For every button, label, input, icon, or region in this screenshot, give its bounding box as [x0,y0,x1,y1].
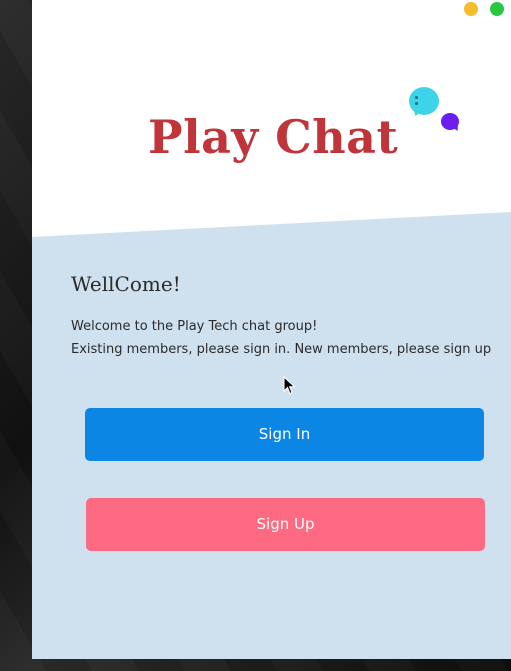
sign-in-instructions: Existing members, please sign in. New me… [71,342,492,357]
app-window: Play Chat WellCome! Welcome to the Play … [32,0,511,659]
sign-in-button[interactable]: Sign In [85,408,484,461]
welcome-message: Welcome to the Play Tech chat group! [71,319,318,334]
chat-bubble-cyan-icon [409,87,439,115]
welcome-heading: WellCome! [71,272,181,296]
minimize-button[interactable] [464,2,478,16]
app-title: Play Chat [148,110,399,164]
maximize-button[interactable] [490,2,504,16]
chat-bubble-purple-icon [441,113,459,130]
sign-up-button[interactable]: Sign Up [86,498,485,551]
mouse-cursor-icon [283,376,296,395]
